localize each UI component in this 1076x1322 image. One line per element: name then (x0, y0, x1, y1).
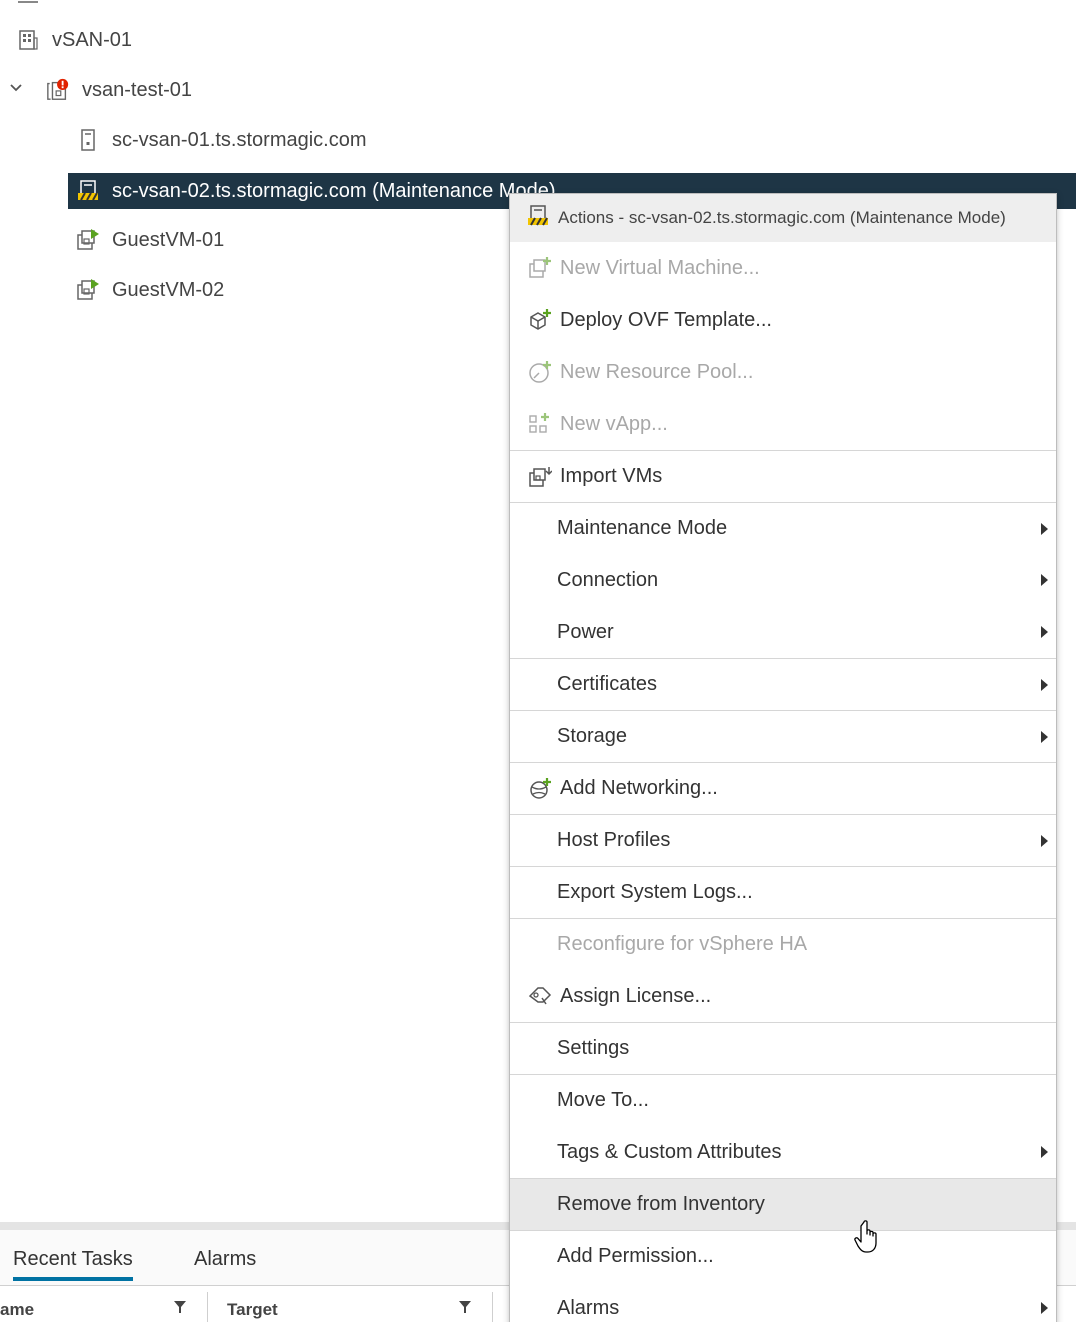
submenu-arrow-icon (1041, 1302, 1048, 1314)
menu-item-add-permission[interactable]: Add Permission... (510, 1230, 1056, 1282)
submenu-arrow-icon (1041, 1146, 1048, 1158)
tab-recent-tasks[interactable]: Recent Tasks (13, 1248, 133, 1281)
column-header-name[interactable]: ame (0, 1300, 34, 1320)
menu-item-label: New Resource Pool... (560, 360, 754, 383)
column-header-target[interactable]: Target (227, 1300, 278, 1320)
menu-item-label: Add Networking... (560, 777, 718, 799)
import-vms-icon (528, 465, 552, 489)
submenu-arrow-icon (1041, 730, 1048, 743)
hand-cursor-icon (852, 1220, 882, 1254)
menu-item-remove-from-inventory[interactable]: Remove from Inventory (510, 1178, 1056, 1230)
chevron-down-icon[interactable] (6, 78, 26, 98)
menu-item-new-vapp[interactable]: New vApp... (510, 398, 1056, 450)
context-menu-title: Actions - sc-vsan-02.ts.stormagic.com (M… (558, 208, 1006, 227)
menu-item-label: Export System Logs... (557, 881, 753, 903)
menu-item-maintenance-mode[interactable]: Maintenance Mode (510, 502, 1056, 554)
column-separator[interactable] (207, 1292, 208, 1322)
menu-item-certificates[interactable]: Certificates (510, 658, 1056, 710)
menu-item-reconfigure-ha[interactable]: Reconfigure for vSphere HA (510, 918, 1056, 970)
menu-item-label: New vApp... (560, 412, 668, 435)
menu-item-label: Import VMs (560, 465, 663, 487)
menu-item-tags-custom-attributes[interactable]: Tags & Custom Attributes (510, 1126, 1056, 1178)
menu-item-label: Move To... (557, 1089, 649, 1111)
host-maintenance-icon (76, 179, 100, 203)
tab-alarms[interactable]: Alarms (194, 1248, 256, 1271)
submenu-arrow-icon (1041, 626, 1048, 638)
menu-item-label: Assign License... (560, 984, 712, 1007)
menu-item-new-virtual-machine[interactable]: New Virtual Machine... (510, 242, 1056, 294)
tree-item-vm[interactable]: GuestVM-02 (76, 271, 224, 309)
tree-item-label: vsan-test-01 (82, 78, 193, 101)
menu-item-label: Host Profiles (557, 829, 671, 851)
menu-item-label: Certificates (557, 673, 658, 695)
menu-item-alarms[interactable]: Alarms (510, 1282, 1056, 1322)
tree-item-host[interactable]: sc-vsan-01.ts.stormagic.com (76, 121, 367, 159)
host-maintenance-icon (526, 204, 550, 233)
menu-item-storage[interactable]: Storage (510, 710, 1056, 762)
tree-item-label: GuestVM-01 (112, 228, 225, 251)
menu-item-power[interactable]: Power (510, 606, 1056, 658)
submenu-arrow-icon (1041, 678, 1048, 691)
deploy-ovf-icon (528, 308, 552, 332)
filter-icon[interactable] (173, 1300, 187, 1314)
resource-pool-icon (528, 360, 552, 384)
tree-item-vm[interactable]: GuestVM-01 (76, 221, 224, 259)
menu-item-label: Connection (557, 568, 659, 591)
menu-item-export-system-logs[interactable]: Export System Logs... (510, 866, 1056, 918)
menu-item-import-vms[interactable]: Import VMs (510, 450, 1056, 502)
menu-item-label: Maintenance Mode (557, 517, 728, 539)
menu-item-add-networking[interactable]: Add Networking... (510, 762, 1056, 814)
datacenter-icon (16, 28, 40, 52)
tree-item-cluster[interactable]: vsan-test-01 (46, 71, 192, 109)
tree-item-label: sc-vsan-02.ts.stormagic.com (Maintenance… (112, 179, 556, 202)
cluster-alert-icon (46, 78, 70, 102)
menu-item-label: Add Permission... (557, 1245, 714, 1267)
new-vm-icon (528, 256, 552, 280)
column-separator[interactable] (492, 1292, 493, 1322)
license-icon (528, 984, 552, 1008)
tree-item-stub (18, 0, 38, 3)
menu-item-label: Storage (557, 725, 628, 747)
menu-item-deploy-ovf-template[interactable]: Deploy OVF Template... (510, 294, 1056, 346)
menu-item-label: Tags & Custom Attributes (557, 1140, 782, 1163)
menu-item-host-profiles[interactable]: Host Profiles (510, 814, 1056, 866)
context-menu: Actions - sc-vsan-02.ts.stormagic.com (M… (509, 193, 1057, 1322)
tree-item-label: vSAN-01 (52, 28, 133, 51)
context-menu-header: Actions - sc-vsan-02.ts.stormagic.com (M… (510, 194, 1056, 242)
vapp-icon (528, 412, 552, 436)
menu-item-move-to[interactable]: Move To... (510, 1074, 1056, 1126)
menu-item-label: Alarms (557, 1296, 620, 1319)
vm-powered-on-icon (76, 278, 100, 302)
menu-item-label: Deploy OVF Template... (560, 308, 772, 331)
menu-item-label: New Virtual Machine... (560, 256, 760, 279)
submenu-arrow-icon (1041, 834, 1048, 847)
vm-powered-on-icon (76, 228, 100, 252)
tree-item-datacenter[interactable]: vSAN-01 (16, 21, 132, 59)
filter-icon[interactable] (458, 1300, 472, 1314)
submenu-arrow-icon (1041, 574, 1048, 586)
menu-item-connection[interactable]: Connection (510, 554, 1056, 606)
menu-item-label: Power (557, 620, 614, 643)
menu-item-assign-license[interactable]: Assign License... (510, 970, 1056, 1022)
tree-item-label: sc-vsan-01.ts.stormagic.com (112, 128, 367, 151)
add-networking-icon (528, 777, 552, 801)
menu-item-label: Remove from Inventory (557, 1193, 765, 1215)
tree-item-label: GuestVM-02 (112, 278, 225, 301)
host-icon (76, 128, 100, 152)
submenu-arrow-icon (1041, 522, 1048, 535)
menu-item-label: Settings (557, 1037, 630, 1059)
menu-item-label: Reconfigure for vSphere HA (557, 933, 808, 955)
menu-item-settings[interactable]: Settings (510, 1022, 1056, 1074)
menu-item-new-resource-pool[interactable]: New Resource Pool... (510, 346, 1056, 398)
